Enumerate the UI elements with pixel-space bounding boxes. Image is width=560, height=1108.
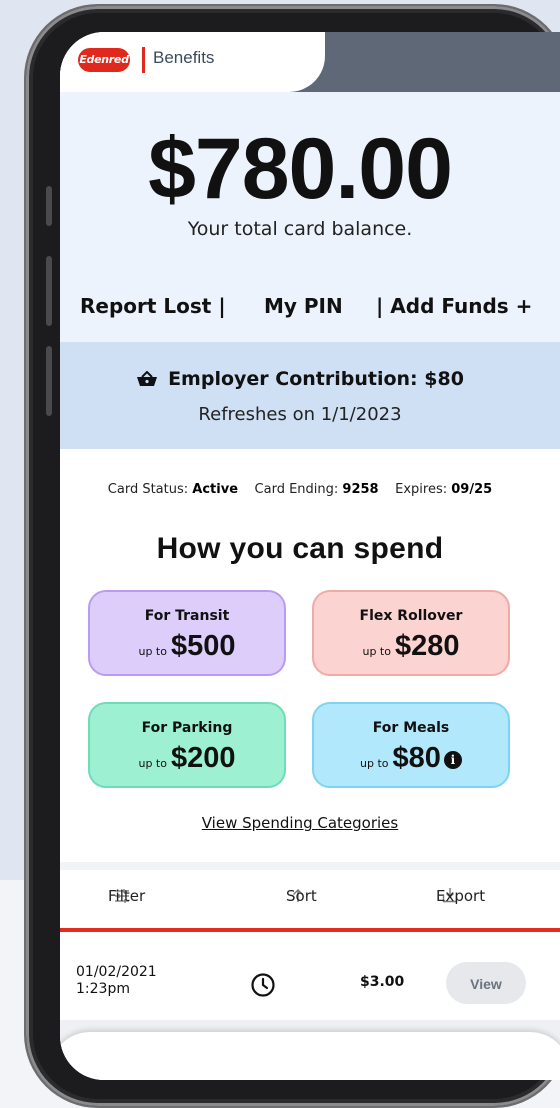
brand-separator xyxy=(142,47,145,73)
spend-card-amount: $280 xyxy=(394,630,460,662)
spend-card-value: up to $200 xyxy=(90,742,284,775)
section-divider xyxy=(60,862,560,870)
spend-card-transit[interactable]: For Transit up to $500 xyxy=(88,590,286,676)
contribution-refresh-date: Refreshes on 1/1/2023 xyxy=(198,404,402,425)
clock-icon xyxy=(251,973,275,997)
view-transaction-button[interactable]: View xyxy=(446,962,526,1004)
spend-card-amount: $500 xyxy=(170,630,236,662)
filter-button[interactable]: Filter xyxy=(108,887,145,905)
spend-card-value: up to $280 xyxy=(314,630,508,663)
info-icon[interactable]: i xyxy=(443,751,462,769)
transaction-amount: $3.00 xyxy=(360,974,405,990)
spend-card-parking[interactable]: For Parking up to $200 xyxy=(88,702,286,788)
card-status-value: Active xyxy=(192,482,239,497)
header-dark-area xyxy=(290,32,560,92)
card-status-label: Card Status: xyxy=(107,482,189,497)
up-to-prefix: up to xyxy=(138,757,167,770)
spend-card-meals[interactable]: For Meals up to $80 i xyxy=(312,702,510,788)
spend-card-amount: $200 xyxy=(170,742,236,774)
spend-card-flex-rollover[interactable]: Flex Rollover up to $280 xyxy=(312,590,510,676)
spend-card-amount: $80 xyxy=(392,742,441,774)
my-pin-link[interactable]: My PIN xyxy=(264,294,343,318)
sort-button[interactable]: Sort xyxy=(286,887,317,905)
report-lost-link[interactable]: Report Lost | xyxy=(80,294,226,318)
transaction-time: 1:23pm xyxy=(76,981,130,997)
export-button[interactable]: Export xyxy=(436,887,485,905)
mute-switch xyxy=(46,186,52,226)
edenred-logo: Edenred xyxy=(78,48,130,72)
export-label: Export xyxy=(436,887,486,905)
basket-icon xyxy=(137,371,158,386)
add-funds-link[interactable]: | Add Funds + xyxy=(376,294,532,318)
transactions-toolbar: Filter Sort Export xyxy=(60,887,560,911)
spend-card-value: up to $500 xyxy=(90,630,284,663)
contribution-title-row: Employer Contribution: $80 xyxy=(60,368,540,390)
card-ending-value: 9258 xyxy=(342,482,379,497)
spend-card-value: up to $80 i xyxy=(314,742,508,775)
total-balance: $780.00 xyxy=(148,121,453,217)
toolbar-accent-line xyxy=(60,928,560,932)
up-to-prefix: up to xyxy=(362,645,391,658)
contribution-title: Employer Contribution: $80 xyxy=(168,368,464,390)
card-actions: Report Lost | My PIN | Add Funds + xyxy=(60,294,560,324)
volume-down-button xyxy=(46,346,52,416)
card-status-row: Card Status: Active Card Ending: 9258 Ex… xyxy=(60,482,560,497)
card-ending-label: Card Ending: xyxy=(254,482,339,497)
up-to-prefix: up to xyxy=(138,645,167,658)
filter-label: Filter xyxy=(108,887,146,905)
spend-card-title: For Meals xyxy=(372,720,450,736)
transaction-date: 01/02/2021 xyxy=(76,964,157,980)
spend-card-title: For Parking xyxy=(141,720,233,736)
transaction-row[interactable]: 01/02/2021 1:23pm $3.00 View xyxy=(60,958,560,1028)
expires-label: Expires: xyxy=(395,482,448,497)
spend-card-title: Flex Rollover xyxy=(359,608,463,624)
transaction-datetime: 01/02/2021 1:23pm xyxy=(76,964,157,998)
app-screen: Edenred Benefits $780.00 Your total card… xyxy=(60,32,560,1080)
volume-up-button xyxy=(46,256,52,326)
header-bar: Edenred Benefits xyxy=(60,32,560,92)
up-to-prefix: up to xyxy=(360,757,389,770)
expires-value: 09/25 xyxy=(451,482,493,497)
employer-contribution-banner: Employer Contribution: $80 Refreshes on … xyxy=(60,342,560,449)
brand-tab: Edenred Benefits xyxy=(60,32,325,92)
sort-label: Sort xyxy=(286,887,317,905)
bottom-sheet xyxy=(60,1032,560,1080)
view-spending-categories-link[interactable]: View Spending Categories xyxy=(60,814,540,832)
product-name: Benefits xyxy=(153,48,215,67)
spend-heading: How you can spend xyxy=(156,532,444,565)
balance-label: Your total card balance. xyxy=(187,218,413,240)
spend-card-title: For Transit xyxy=(144,608,230,624)
